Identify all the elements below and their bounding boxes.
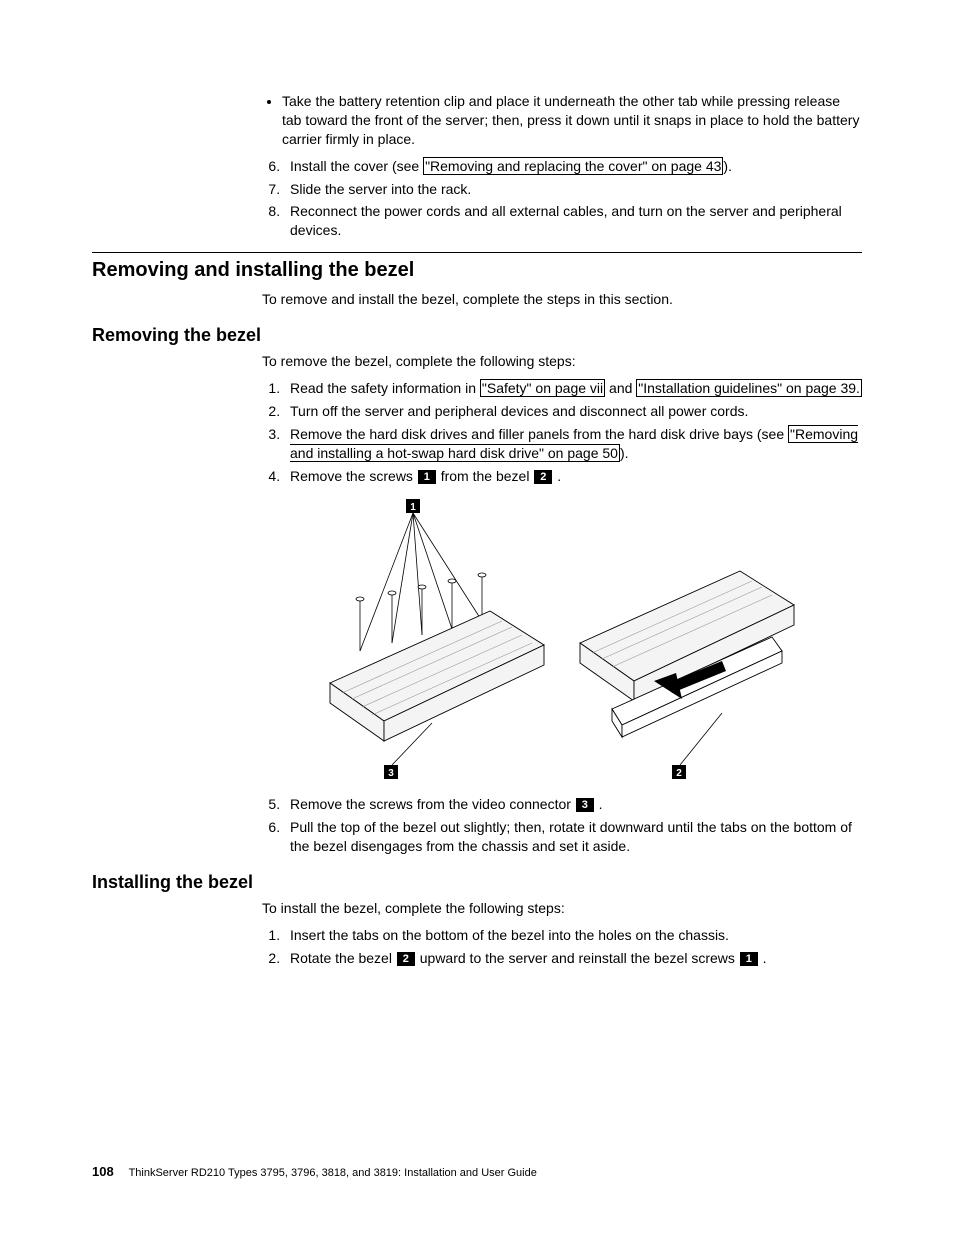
page-number: 108 xyxy=(92,1164,114,1179)
callout-badge: 1 xyxy=(418,470,436,484)
callout-badge: 2 xyxy=(397,952,415,966)
step-text: ). xyxy=(620,445,629,461)
bezel-figure: 1 xyxy=(262,493,862,783)
callout-badge: 1 xyxy=(740,952,758,966)
xref-link[interactable]: "Installation guidelines" on page 39. xyxy=(636,379,862,397)
callout-badge: 2 xyxy=(534,470,552,484)
figure-left-illustration: 1 xyxy=(322,493,552,783)
callout-2: 2 xyxy=(676,768,682,779)
section-heading: Removing and installing the bezel xyxy=(92,259,862,282)
subsection-intro: To install the bezel, complete the follo… xyxy=(262,899,862,918)
removing-steps-list-cont: Remove the screws from the video connect… xyxy=(262,795,862,856)
nested-bullet-list: Take the battery retention clip and plac… xyxy=(262,92,862,149)
step-text: Install the cover (see xyxy=(290,158,423,174)
installing-steps-block: Insert the tabs on the bottom of the bez… xyxy=(262,926,862,968)
page-footer: 108 ThinkServer RD210 Types 3795, 3796, … xyxy=(92,1164,537,1179)
step-item: Remove the screws 1 from the bezel 2 . xyxy=(284,467,862,486)
step-text: upward to the server and reinstall the b… xyxy=(416,950,739,966)
step-item: Turn off the server and peripheral devic… xyxy=(284,402,862,421)
section-intro: To remove and install the bezel, complet… xyxy=(262,290,862,309)
bullet-item: Take the battery retention clip and plac… xyxy=(282,92,862,149)
callout-badge: 3 xyxy=(576,798,594,812)
step-item: Insert the tabs on the bottom of the bez… xyxy=(284,926,862,945)
callout-3: 3 xyxy=(388,768,394,779)
removing-steps-block: Read the safety information in "Safety" … xyxy=(262,379,862,856)
xref-link[interactable]: "Removing and replacing the cover" on pa… xyxy=(423,157,723,175)
step-item: Slide the server into the rack. xyxy=(284,180,862,199)
subsection-heading: Installing the bezel xyxy=(92,872,862,893)
step-item: Remove the screws from the video connect… xyxy=(284,795,862,814)
step-text: Rotate the bezel xyxy=(290,950,396,966)
step-text: Read the safety information in xyxy=(290,380,480,396)
step-text: ). xyxy=(723,158,732,174)
installing-steps-list: Insert the tabs on the bottom of the bez… xyxy=(262,926,862,968)
xref-link[interactable]: "Safety" on page vii xyxy=(480,379,605,397)
step-text: . xyxy=(553,468,561,484)
step-text: Remove the screws from the video connect… xyxy=(290,796,575,812)
document-page: Take the battery retention clip and plac… xyxy=(0,0,954,1235)
step-item: Pull the top of the bezel out slightly; … xyxy=(284,818,862,856)
step-item: Reconnect the power cords and all extern… xyxy=(284,202,862,240)
step-item: Install the cover (see "Removing and rep… xyxy=(284,157,862,176)
continued-steps-list: Install the cover (see "Removing and rep… xyxy=(262,157,862,241)
step-text: from the bezel xyxy=(437,468,534,484)
step-text: . xyxy=(759,950,767,966)
continued-steps-block: Take the battery retention clip and plac… xyxy=(262,92,862,240)
step-text: Remove the screws xyxy=(290,468,417,484)
footer-text: ThinkServer RD210 Types 3795, 3796, 3818… xyxy=(129,1167,537,1179)
figure-right-illustration: 2 xyxy=(572,493,802,783)
subsection-heading: Removing the bezel xyxy=(92,325,862,346)
section-rule xyxy=(92,252,862,253)
step-text: and xyxy=(605,380,636,396)
step-item: Remove the hard disk drives and filler p… xyxy=(284,425,862,463)
removing-steps-list: Read the safety information in "Safety" … xyxy=(262,379,862,485)
callout-1: 1 xyxy=(410,502,416,513)
step-item: Read the safety information in "Safety" … xyxy=(284,379,862,398)
subsection-intro: To remove the bezel, complete the follow… xyxy=(262,352,862,371)
step-item: Rotate the bezel 2 upward to the server … xyxy=(284,949,862,968)
step-text: Remove the hard disk drives and filler p… xyxy=(290,426,788,442)
step-text: . xyxy=(595,796,603,812)
